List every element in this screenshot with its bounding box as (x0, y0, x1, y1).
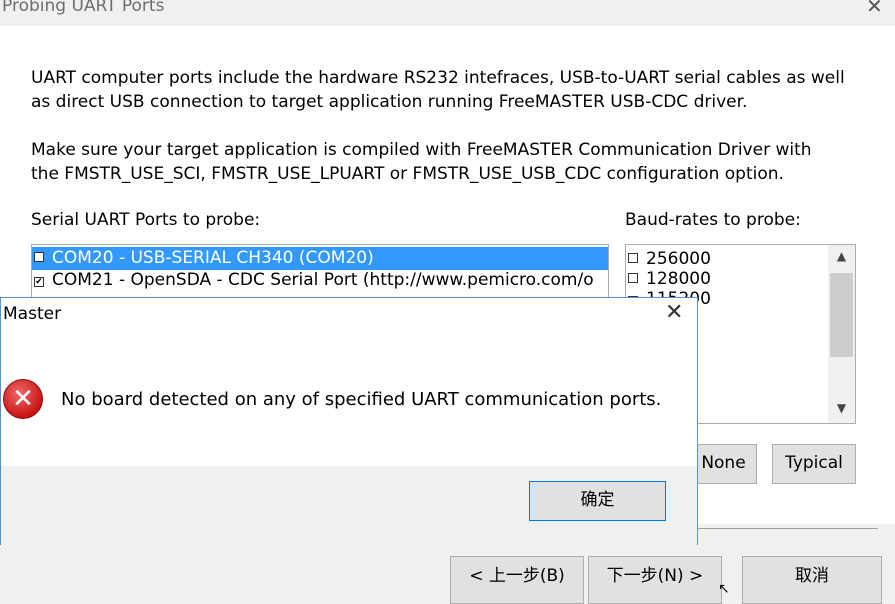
scroll-thumb[interactable] (830, 273, 853, 357)
baud-checkbox[interactable] (628, 253, 638, 263)
port-label: COM20 - USB-SERIAL CH340 (COM20) (52, 248, 374, 268)
intro-line-2: as direct USB connection to target appli… (31, 92, 748, 112)
port-label: COM21 - OpenSDA - CDC Serial Port (http:… (52, 270, 594, 290)
intro-line-1: UART computer ports include the hardware… (31, 68, 845, 88)
close-icon[interactable]: ✕ (866, 0, 883, 18)
ok-button[interactable]: 确定 (529, 481, 666, 521)
baud-label: 256000 (646, 249, 711, 269)
scroll-up-icon[interactable]: ▲ (828, 249, 855, 263)
note-line-1: Make sure your target application is com… (31, 140, 812, 160)
next-button[interactable]: 下一步(N) > (588, 556, 722, 604)
baud-label: Baud-rates to probe: (625, 210, 801, 230)
dialog-close-icon[interactable]: ✕ (665, 300, 683, 325)
dialog-title: Master (3, 304, 62, 324)
error-icon: ✕ (3, 379, 43, 419)
baud-checkbox[interactable] (628, 273, 638, 283)
baud-item[interactable]: 128000 (628, 269, 711, 289)
back-button[interactable]: < 上一步(B) (450, 556, 584, 604)
cancel-button[interactable]: 取消 (742, 556, 882, 604)
port-checkbox[interactable]: ✔ (34, 277, 44, 287)
dialog-message: No board detected on any of specified UA… (61, 389, 662, 410)
ports-label: Serial UART Ports to probe: (31, 210, 261, 230)
typical-button[interactable]: Typical (772, 444, 856, 484)
none-button[interactable]: None (690, 444, 757, 484)
wizard-title: Probing UART Ports (2, 0, 165, 16)
note-line-2: the FMSTR_USE_SCI, FMSTR_USE_LPUART or F… (31, 164, 784, 184)
baud-scrollbar[interactable]: ▲ ▼ (828, 245, 855, 423)
baud-label: 128000 (646, 269, 711, 289)
error-dialog: Master ✕ ✕ No board detected on any of s… (0, 297, 698, 545)
port-item[interactable]: ✔ COM21 - OpenSDA - CDC Serial Port (http… (32, 269, 608, 292)
baud-item[interactable]: 256000 (628, 249, 711, 269)
ports-listbox[interactable]: COM20 - USB-SERIAL CH340 (COM20) ✔ COM21 … (31, 244, 609, 298)
port-checkbox[interactable] (34, 252, 44, 262)
mouse-cursor-icon: ↖ (718, 581, 730, 597)
scroll-down-icon[interactable]: ▼ (828, 401, 855, 415)
port-item[interactable]: COM20 - USB-SERIAL CH340 (COM20) (32, 247, 608, 270)
